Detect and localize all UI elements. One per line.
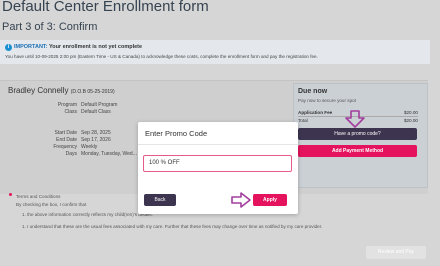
total-label: Total (298, 118, 308, 123)
annotation-arrow-down-icon (345, 110, 365, 128)
notice-important-label: IMPORTANT: (14, 44, 48, 50)
notice-heading-text: Your enrollment is not yet complete (48, 44, 143, 50)
field-value-program: Default Program (81, 102, 118, 108)
promo-code-input[interactable]: 100 % OFF (143, 155, 292, 172)
child-name-line: Bradley Connelly (D.O.B 05-25-2019) (8, 86, 115, 95)
step-indicator: Part 3 of 3: Confirm (2, 21, 98, 33)
notice-heading: IMPORTANT: Your enrollment is not yet co… (14, 44, 142, 50)
field-label-start-date: Start Date (54, 130, 77, 136)
fee-label: Application Fee (298, 110, 333, 115)
field-label-class: Class (64, 109, 77, 115)
child-name: Bradley Connelly (8, 86, 69, 95)
annotation-arrow-right-icon (231, 192, 251, 208)
info-icon: i (5, 44, 12, 51)
field-value-days: Monday, Tuesday, Wed... (81, 151, 137, 157)
field-value-frequency: Weekly (81, 144, 98, 150)
field-value-start-date: Sep 28, 2025 (81, 130, 111, 136)
due-now-title: Due now (298, 88, 328, 95)
field-label-end-date: End Date (56, 137, 77, 143)
modal-divider (138, 144, 298, 145)
terms-item-2: 1. I understand that these are the usual… (22, 224, 323, 229)
fee-value: $20.00 (403, 110, 418, 115)
back-button[interactable]: Back (144, 194, 176, 206)
required-marker-icon (9, 193, 12, 196)
field-label-frequency: Frequency (53, 144, 77, 150)
due-now-subtitle: Pay now to secure your spot (298, 98, 356, 103)
promo-code-button[interactable]: Have a promo code? (298, 128, 417, 140)
field-label-days: Days (65, 151, 77, 157)
apply-button[interactable]: Apply (253, 194, 287, 206)
review-and-pay-button[interactable]: Review and Pay (366, 246, 426, 259)
page-title: Default Center Enrollment form (2, 0, 209, 15)
terms-title: Terms and Conditions (16, 194, 61, 199)
field-value-class: Default Class (81, 109, 111, 115)
child-dob: (D.O.B 05-25-2019) (70, 89, 115, 95)
enrollment-page: Default Center Enrollment form Part 3 of… (0, 0, 440, 266)
terms-intro[interactable]: By checking the box, I confirm that (16, 202, 86, 207)
total-value: $20.00 (403, 118, 418, 123)
promo-code-modal: Enter Promo Code 100 % OFF Back Apply (138, 122, 298, 214)
notice-body: You have until 10-09-2025 2:00 pm (Easte… (5, 54, 318, 59)
terms-item-1: 1. the above information correctly refle… (22, 212, 153, 217)
important-notice: i IMPORTANT: Your enrollment is not yet … (0, 40, 430, 64)
add-payment-method-button[interactable]: Add Payment Method (298, 145, 417, 157)
field-value-end-date: Sep 17, 2026 (81, 137, 111, 143)
modal-title: Enter Promo Code (145, 129, 208, 138)
field-label-program: Program (57, 102, 77, 108)
